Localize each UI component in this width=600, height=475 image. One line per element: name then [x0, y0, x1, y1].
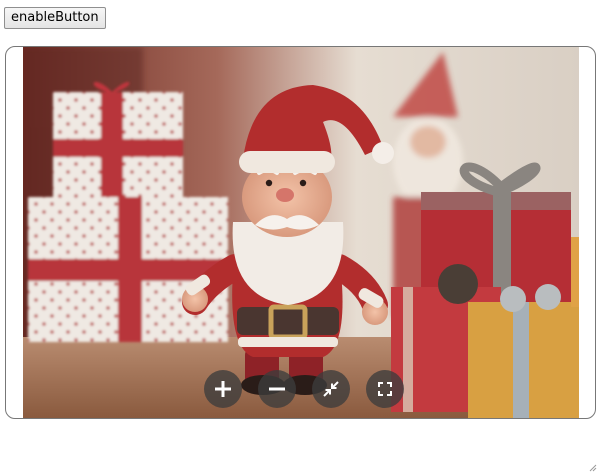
expand-corners-icon [378, 382, 392, 396]
zoom-out-button[interactable] [258, 370, 296, 408]
plus-icon [215, 381, 231, 397]
minus-icon [269, 387, 285, 391]
collapse-arrows-icon [323, 381, 339, 397]
exit-fullscreen-button[interactable] [312, 370, 350, 408]
fullscreen-button[interactable] [366, 370, 404, 408]
zoom-in-button[interactable] [204, 370, 242, 408]
santa-image [23, 47, 579, 418]
resize-grip-icon[interactable] [589, 464, 597, 472]
viewer-toolbar [204, 370, 404, 408]
image-viewer[interactable] [5, 46, 596, 419]
enable-button[interactable]: enableButton [4, 7, 106, 29]
